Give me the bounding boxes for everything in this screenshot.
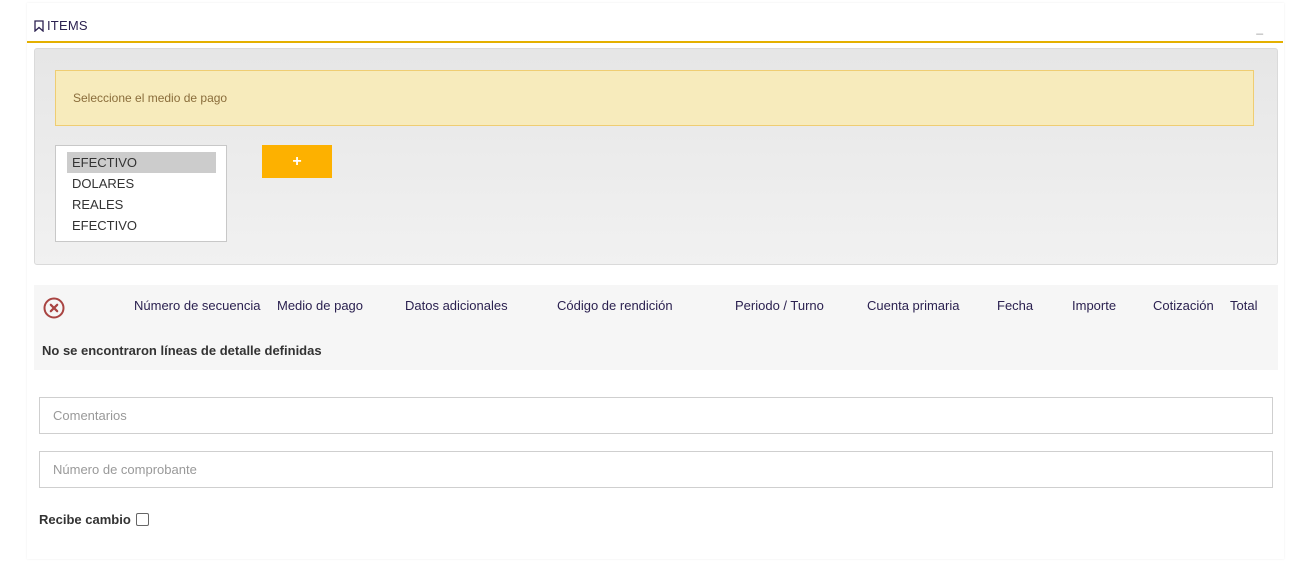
panel-title: ITEMS [34,18,88,33]
empty-message: No se encontraron líneas de detalle defi… [42,343,322,358]
receives-change-row: Recibe cambio [39,512,149,527]
voucher-number-input[interactable] [39,451,1273,488]
payment-alert: Seleccione el medio de pago [55,70,1254,126]
payment-option-dolares[interactable]: DOLARES [67,173,216,194]
detail-grid: Número de secuencia Medio de pago Datos … [34,285,1278,370]
payment-option-reales[interactable]: REALES [67,194,216,215]
column-header[interactable]: Cotización [1153,298,1214,313]
panel-header: ITEMS _ [27,3,1283,43]
column-header[interactable]: Total [1230,298,1257,313]
panel-title-text: ITEMS [47,18,88,33]
column-header[interactable]: Fecha [997,298,1033,313]
items-panel: ITEMS _ Seleccione el medio de pago EFEC… [27,3,1284,559]
alert-text: Seleccione el medio de pago [73,91,228,105]
payment-selector: Seleccione el medio de pago EFECTIVO DOL… [34,48,1278,265]
payment-option-efectivo[interactable]: EFECTIVO [67,152,216,173]
payment-method-list[interactable]: EFECTIVO DOLARES REALES EFECTIVO [55,145,227,242]
comments-input[interactable] [39,397,1273,434]
add-payment-button[interactable]: + [262,145,332,178]
column-header[interactable]: Código de rendición [557,298,673,313]
receives-change-checkbox[interactable] [135,513,149,526]
column-header[interactable]: Cuenta primaria [867,298,960,313]
bookmark-icon [34,19,44,32]
column-header[interactable]: Medio de pago [277,298,363,313]
column-header[interactable]: Datos adicionales [405,298,508,313]
column-header[interactable]: Número de secuencia [134,298,260,313]
column-header[interactable]: Periodo / Turno [735,298,824,313]
column-header[interactable]: Importe [1072,298,1116,313]
collapse-button[interactable]: _ [1256,21,1263,35]
delete-circle-icon[interactable] [43,297,65,319]
grid-header: Número de secuencia Medio de pago Datos … [34,285,1278,325]
payment-option-efectivo-2[interactable]: EFECTIVO [67,215,216,236]
receives-change-label: Recibe cambio [39,512,131,527]
